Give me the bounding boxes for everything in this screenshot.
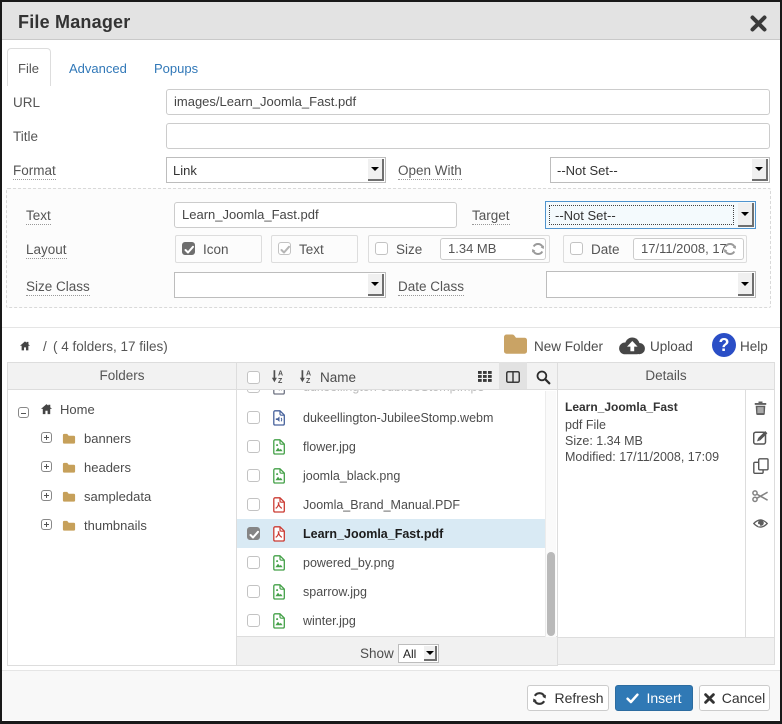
svg-text:A: A (306, 371, 311, 378)
svg-text:A: A (278, 371, 283, 378)
svg-text:Z: Z (278, 378, 283, 384)
svg-text:Z: Z (306, 378, 311, 384)
